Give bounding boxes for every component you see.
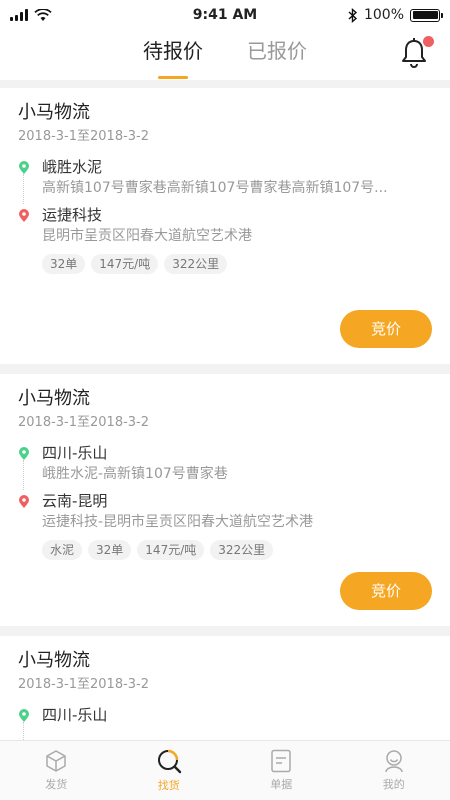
document-icon bbox=[271, 749, 291, 773]
company-name: 小马物流 bbox=[18, 102, 90, 123]
route: 四川-乐山 bbox=[18, 704, 432, 740]
origin-name: 四川-乐山 bbox=[42, 444, 108, 462]
tabbar-item-documents[interactable]: 单据 bbox=[225, 741, 338, 800]
company-name: 小马物流 bbox=[18, 388, 90, 409]
bid-row: 竞价 bbox=[18, 572, 432, 610]
order-card[interactable]: 小马物流 2018-3-1至2018-3-2 四川-乐山 峨胜水泥-高新镇107… bbox=[0, 374, 450, 626]
order-tags: 水泥 32单 147元/吨 322公里 bbox=[18, 540, 432, 560]
tabbar-item-profile[interactable]: 我的 bbox=[338, 741, 450, 800]
battery-icon bbox=[410, 8, 443, 22]
notification-button[interactable] bbox=[400, 36, 434, 70]
origin-pin-icon bbox=[19, 161, 29, 174]
origin-stop: 峨胜水泥 高新镇107号曹家巷高新镇107号曹家巷高新镇107号... bbox=[19, 156, 432, 198]
tabbar-label: 找货 bbox=[157, 779, 180, 792]
date-range: 2018-3-1至2018-3-2 bbox=[18, 677, 150, 692]
destination-name: 运捷科技 bbox=[42, 206, 103, 224]
order-card[interactable]: 小马物流 2018-3-1至2018-3-2 四川-乐山 bbox=[0, 636, 450, 740]
status-bar: 9:41 AM 100% bbox=[0, 0, 450, 30]
bid-button[interactable]: 竞价 bbox=[340, 310, 432, 348]
user-icon bbox=[385, 750, 403, 773]
origin-pin-icon bbox=[19, 447, 29, 460]
tag-price: 147元/吨 bbox=[91, 254, 159, 274]
tag-orders: 32单 bbox=[42, 254, 86, 274]
box-icon bbox=[46, 750, 66, 772]
battery-level bbox=[412, 11, 438, 19]
tabbar-item-find-cargo[interactable]: 找货 bbox=[113, 741, 226, 800]
order-tags: 32单 147元/吨 322公里 bbox=[18, 254, 432, 274]
signal-icon bbox=[10, 9, 28, 21]
date-range: 2018-3-1至2018-3-2 bbox=[18, 415, 150, 430]
origin-name: 四川-乐山 bbox=[42, 706, 108, 724]
bottom-tab-bar: 发货 找货 单据 我的 bbox=[0, 740, 450, 800]
route-line bbox=[23, 460, 24, 490]
date-range: 2018-3-1至2018-3-2 bbox=[18, 129, 150, 144]
origin-pin-icon bbox=[19, 709, 29, 722]
origin-name: 峨胜水泥 bbox=[42, 158, 103, 176]
origin-stop: 四川-乐山 峨胜水泥-高新镇107号曹家巷 bbox=[19, 442, 432, 484]
battery-percent: 100% bbox=[363, 7, 404, 23]
route: 峨胜水泥 高新镇107号曹家巷高新镇107号曹家巷高新镇107号... 运捷科技… bbox=[18, 156, 432, 246]
tabbar-item-ship[interactable]: 发货 bbox=[0, 741, 113, 800]
route-line bbox=[23, 722, 24, 740]
destination-address: 昆明市呈贡区阳春大道航空艺术港 bbox=[42, 228, 252, 244]
route-line bbox=[23, 174, 24, 204]
bluetooth-icon bbox=[348, 7, 358, 23]
search-icon bbox=[157, 749, 181, 774]
bid-row: 竞价 bbox=[18, 310, 432, 348]
origin-address: 峨胜水泥-高新镇107号曹家巷 bbox=[42, 466, 228, 482]
tabbar-label: 我的 bbox=[382, 778, 405, 791]
destination-stop: 运捷科技 昆明市呈贡区阳春大道航空艺术港 bbox=[19, 204, 432, 246]
quote-tabs: 待报价 已报价 bbox=[0, 30, 450, 80]
destination-address: 运捷科技-昆明市呈贡区阳春大道航空艺术港 bbox=[42, 514, 314, 530]
origin-stop: 四川-乐山 bbox=[19, 704, 432, 726]
header: 待报价 已报价 bbox=[0, 30, 450, 80]
tabbar-label: 发货 bbox=[45, 778, 68, 791]
order-card[interactable]: 小马物流 2018-3-1至2018-3-2 峨胜水泥 高新镇107号曹家巷高新… bbox=[0, 88, 450, 364]
tag-distance: 322公里 bbox=[164, 254, 228, 274]
destination-pin-icon bbox=[19, 209, 29, 222]
tab-quoted[interactable]: 已报价 bbox=[245, 30, 309, 80]
origin-address: 高新镇107号曹家巷高新镇107号曹家巷高新镇107号... bbox=[42, 180, 388, 196]
destination-pin-icon bbox=[19, 495, 29, 508]
order-list: 小马物流 2018-3-1至2018-3-2 峨胜水泥 高新镇107号曹家巷高新… bbox=[0, 88, 450, 740]
company-name: 小马物流 bbox=[18, 650, 90, 671]
tag-distance: 322公里 bbox=[210, 540, 274, 560]
bid-button[interactable]: 竞价 bbox=[340, 572, 432, 610]
status-left bbox=[10, 8, 52, 22]
status-right: 100% bbox=[348, 7, 443, 23]
tag-cargo: 水泥 bbox=[42, 540, 83, 560]
destination-name: 云南-昆明 bbox=[42, 492, 108, 510]
tag-price: 147元/吨 bbox=[137, 540, 205, 560]
wifi-icon bbox=[34, 8, 52, 21]
notification-badge bbox=[423, 36, 434, 47]
destination-stop: 云南-昆明 运捷科技-昆明市呈贡区阳春大道航空艺术港 bbox=[19, 490, 432, 532]
tag-orders: 32单 bbox=[88, 540, 132, 560]
tab-pending-quote[interactable]: 待报价 bbox=[141, 30, 205, 80]
route: 四川-乐山 峨胜水泥-高新镇107号曹家巷 云南-昆明 运捷科技-昆明市呈贡区阳… bbox=[18, 442, 432, 532]
tabbar-label: 单据 bbox=[270, 778, 293, 791]
